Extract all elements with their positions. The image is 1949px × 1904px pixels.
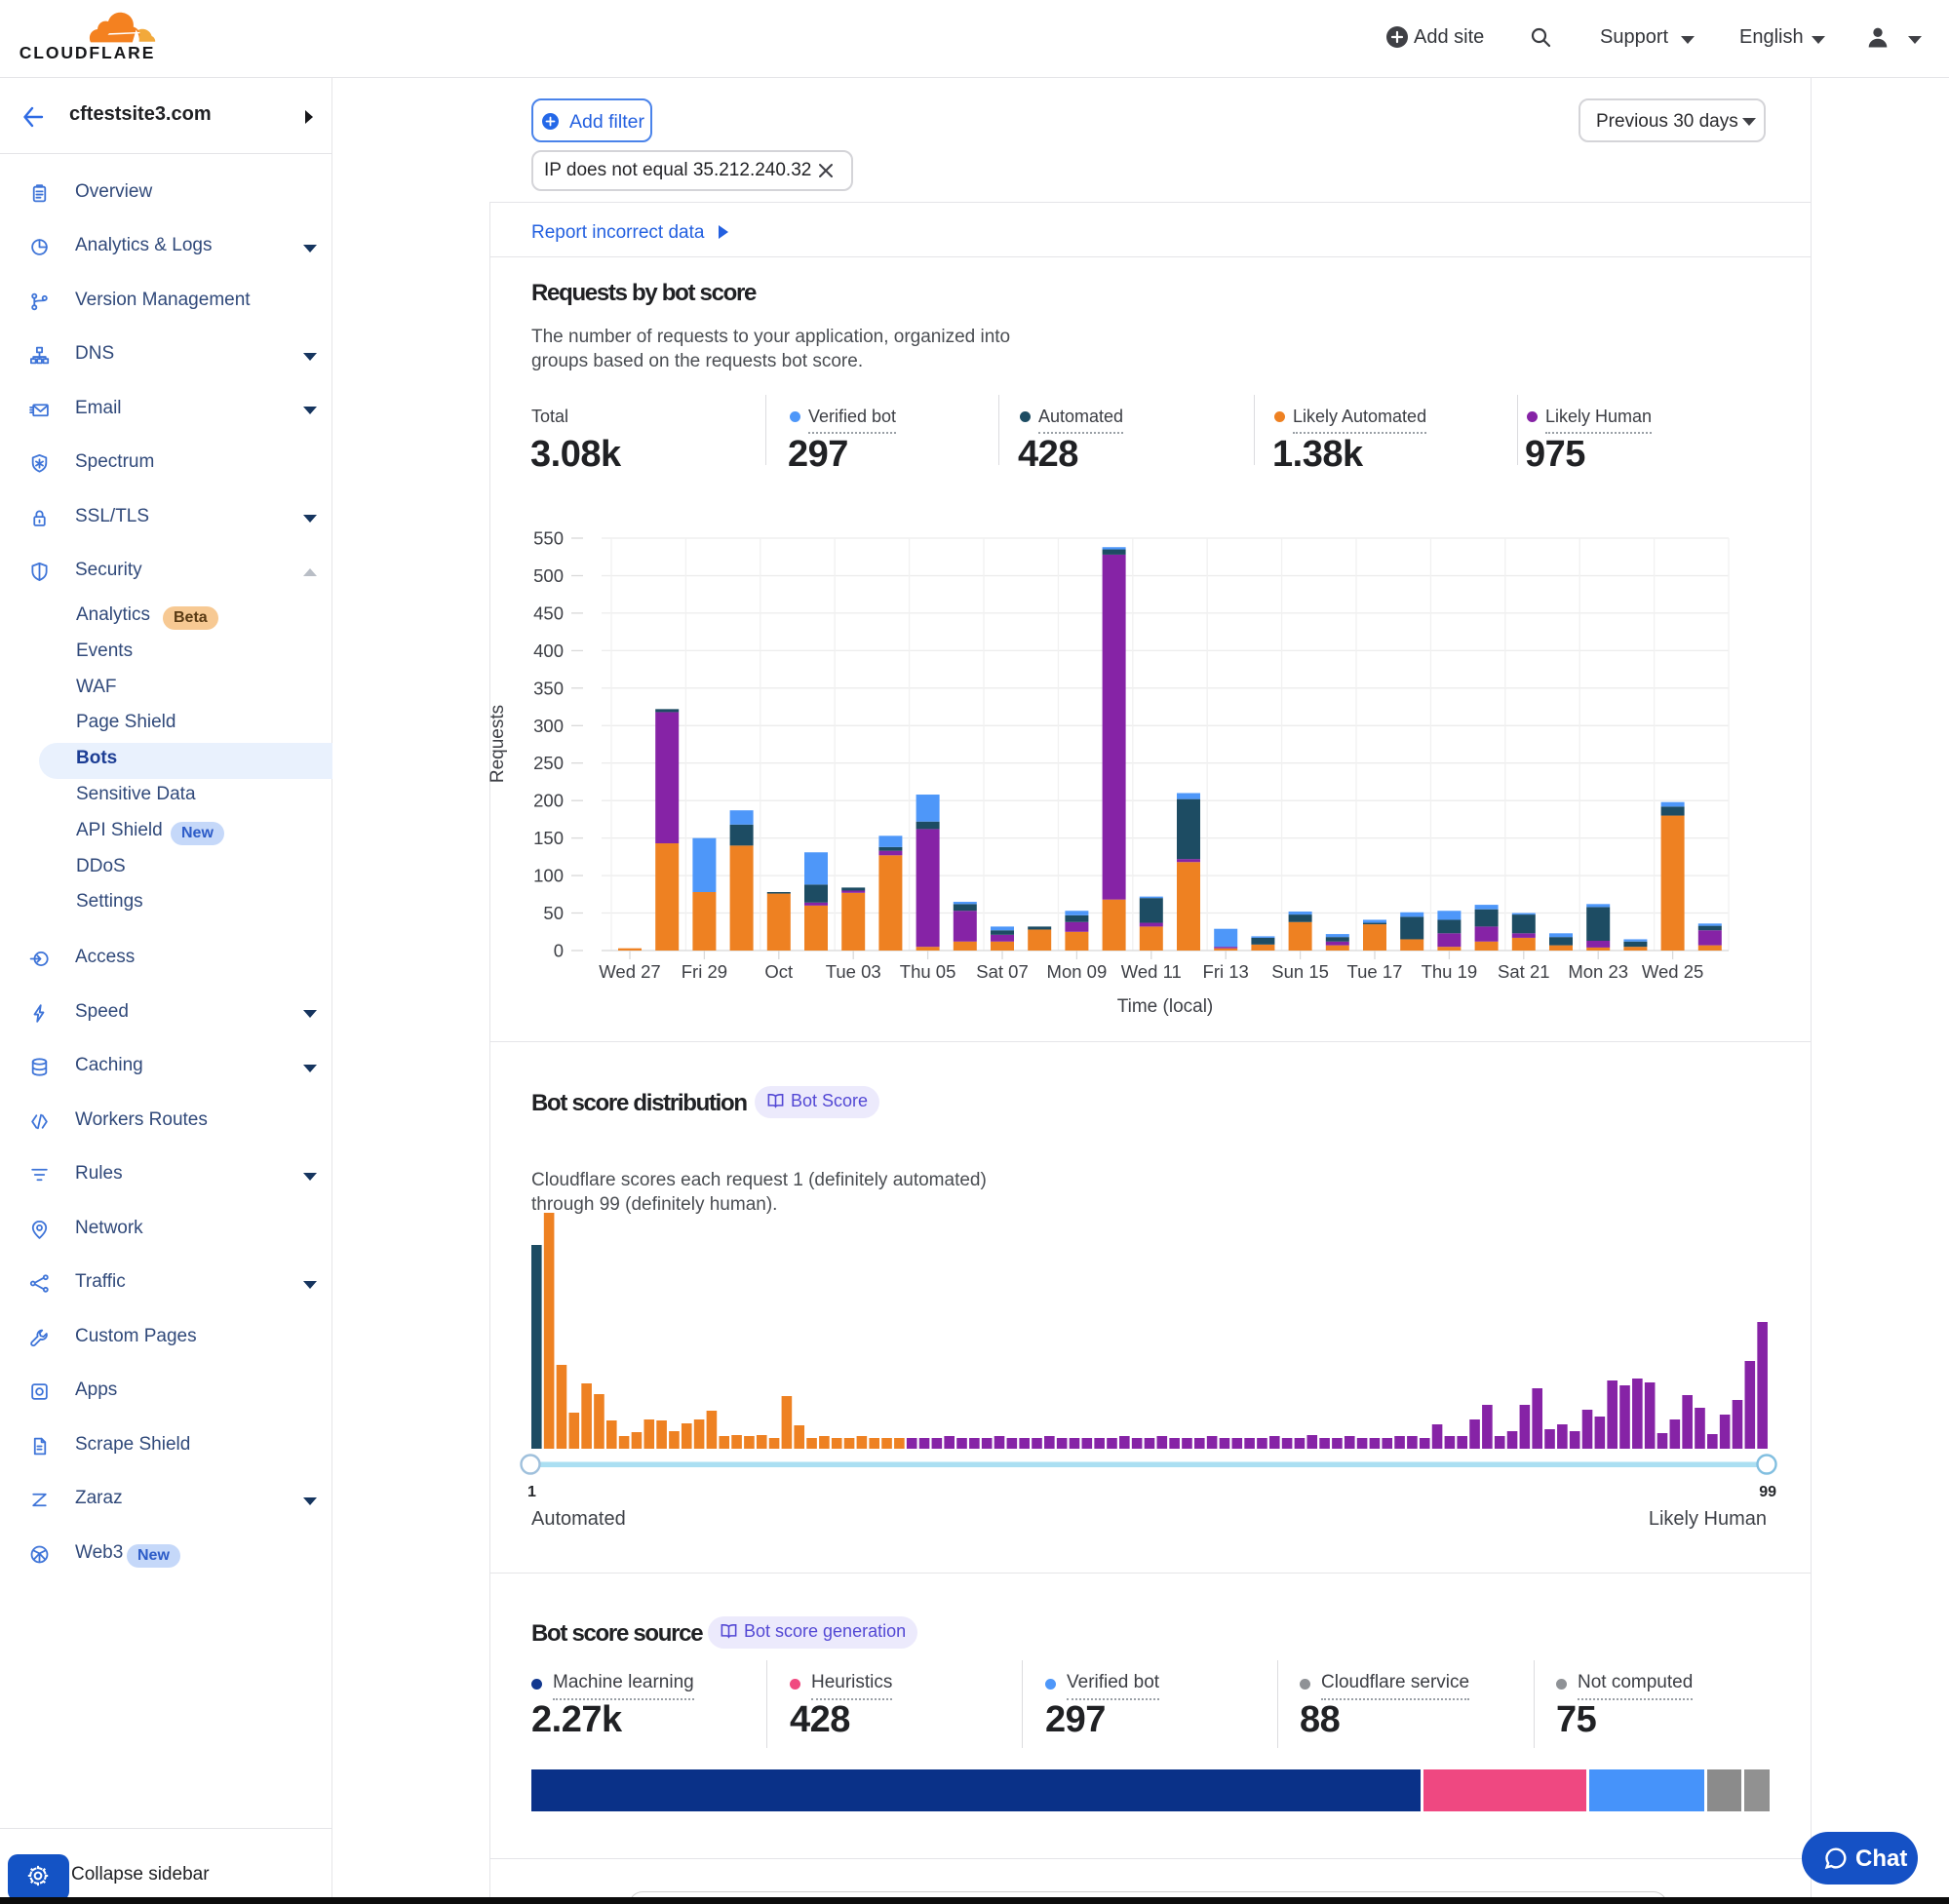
svg-text:100: 100	[533, 866, 564, 886]
svg-text:550: 550	[533, 528, 564, 549]
svg-text:Fri 13: Fri 13	[1203, 961, 1249, 982]
svg-text:Tue 17: Tue 17	[1347, 961, 1403, 982]
svg-text:Thu 05: Thu 05	[900, 961, 956, 982]
svg-text:450: 450	[533, 602, 564, 623]
svg-text:Wed 27: Wed 27	[599, 961, 660, 982]
svg-text:Sat 07: Sat 07	[976, 961, 1029, 982]
svg-text:300: 300	[533, 716, 564, 736]
svg-text:150: 150	[533, 828, 564, 848]
svg-text:400: 400	[533, 641, 564, 661]
svg-text:Mon 09: Mon 09	[1047, 961, 1108, 982]
svg-text:Wed 25: Wed 25	[1642, 961, 1703, 982]
svg-text:0: 0	[554, 941, 564, 961]
svg-text:350: 350	[533, 678, 564, 698]
svg-text:Sat 21: Sat 21	[1498, 961, 1550, 982]
svg-text:Thu 19: Thu 19	[1422, 961, 1478, 982]
svg-text:Sun 15: Sun 15	[1271, 961, 1329, 982]
svg-text:Requests: Requests	[487, 705, 508, 783]
svg-text:Mon 23: Mon 23	[1568, 961, 1628, 982]
svg-text:Tue 03: Tue 03	[826, 961, 881, 982]
svg-text:200: 200	[533, 791, 564, 811]
svg-text:Time (local): Time (local)	[1117, 996, 1214, 1017]
svg-text:Oct: Oct	[764, 961, 793, 982]
svg-text:Wed 11: Wed 11	[1121, 961, 1182, 982]
svg-text:250: 250	[533, 753, 564, 773]
svg-text:500: 500	[533, 565, 564, 586]
svg-text:50: 50	[543, 903, 564, 923]
svg-text:Fri 29: Fri 29	[682, 961, 727, 982]
